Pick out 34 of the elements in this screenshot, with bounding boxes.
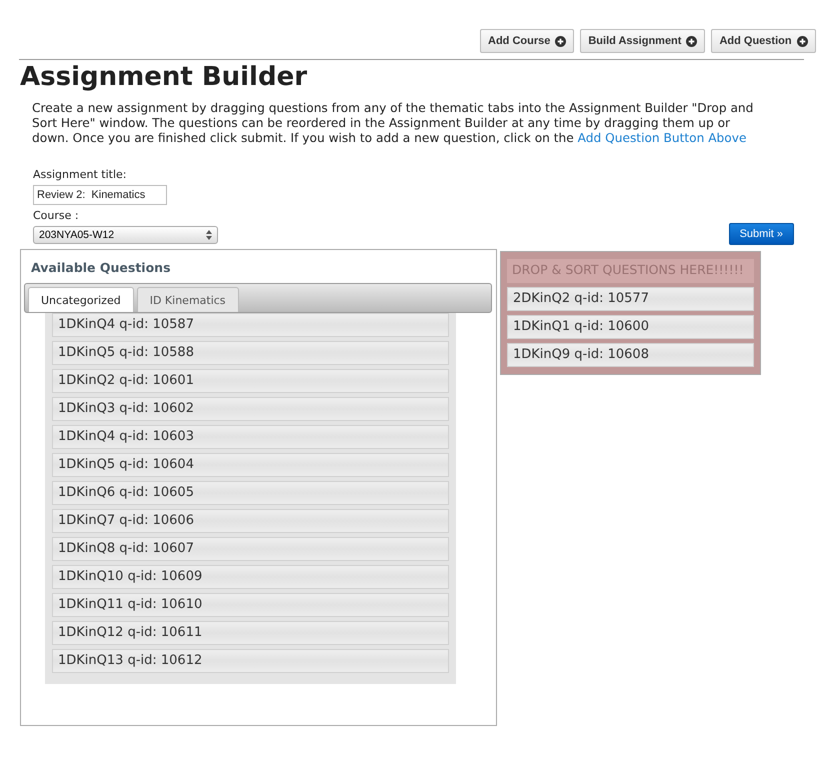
question-item[interactable]: 1DKinQ5 q-id: 10588 [52, 341, 449, 365]
question-item[interactable]: 1DKinQ9 q-id: 10608 [507, 343, 754, 367]
question-item[interactable]: 1DKinQ12 q-id: 10611 [52, 621, 449, 645]
question-item[interactable]: 1DKinQ7 q-id: 10606 [52, 509, 449, 533]
toolbar-button[interactable]: Add Course [480, 29, 574, 53]
question-item[interactable]: 1DKinQ10 q-id: 10609 [52, 565, 449, 589]
tab[interactable]: ID Kinematics [136, 287, 239, 312]
panel-heading: Available Questions [31, 260, 172, 275]
tab[interactable]: Uncategorized [28, 287, 134, 312]
question-item[interactable]: 1DKinQ4 q-id: 10603 [52, 425, 449, 449]
instructions-text: Create a new assignment by dragging questions from any of the thematic tabs into the Assignment Builder "Drop and Sort Here" window. The questions can be reordered in the Assignment Builder at any time by dragging them up or down. Once you are finished click submit. If you wish to add a new question, click on the Add Question Button Above [32, 101, 754, 146]
stepper-icon [206, 230, 212, 240]
course-select[interactable]: 203NYA05-W12 [33, 226, 218, 244]
toolbar-button[interactable]: Add Question [711, 29, 816, 53]
submit-button[interactable]: Submit » [728, 223, 794, 245]
title-input[interactable]: Review 2: Kinematics [33, 185, 167, 205]
toolbar-button[interactable]: Build Assignment [580, 29, 706, 53]
question-item[interactable]: 1DKinQ2 q-id: 10601 [52, 369, 449, 393]
field-label: Course : [33, 209, 79, 222]
question-item[interactable]: 1DKinQ3 q-id: 10602 [52, 397, 449, 421]
question-item[interactable]: 1DKinQ5 q-id: 10604 [52, 453, 449, 477]
page-title: Assignment Builder [20, 62, 308, 92]
plus-circle-icon [796, 36, 808, 46]
question-item[interactable]: 1DKinQ6 q-id: 10605 [52, 481, 449, 505]
plus-circle-icon [686, 36, 698, 46]
question-item[interactable]: 1DKinQ1 q-id: 10600 [507, 315, 754, 339]
question-item[interactable]: 1DKinQ11 q-id: 10610 [52, 593, 449, 617]
add-question-link[interactable]: Add Question Button Above [578, 131, 746, 145]
question-item[interactable]: 1DKinQ13 q-id: 10612 [52, 649, 449, 673]
field-label: Assignment title: [33, 168, 126, 181]
question-item[interactable]: 2DKinQ2 q-id: 10577 [507, 287, 754, 311]
plus-circle-icon [555, 36, 566, 46]
question-item[interactable]: 1DKinQ8 q-id: 10607 [52, 537, 449, 561]
question-item[interactable]: 1DKinQ4 q-id: 10587 [52, 313, 449, 337]
